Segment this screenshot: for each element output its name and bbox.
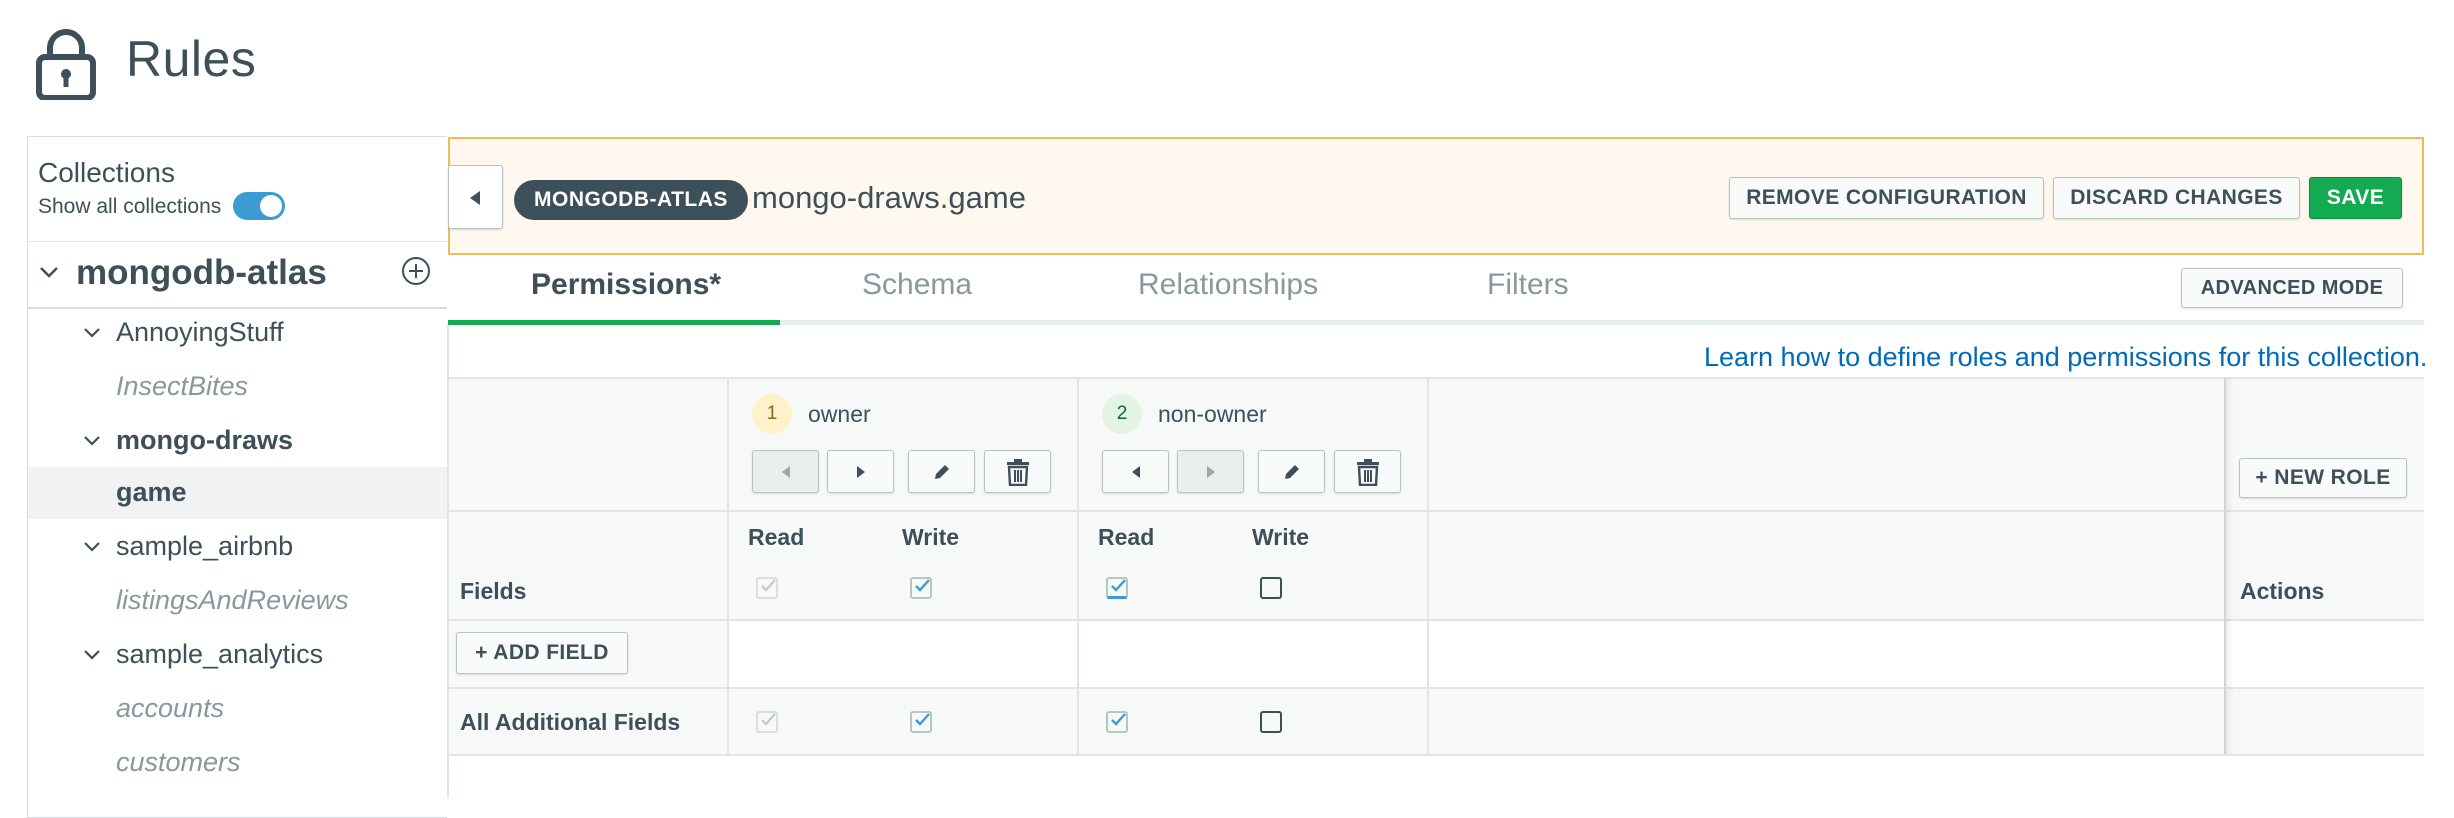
remove-configuration-button[interactable]: REMOVE CONFIGURATION (1729, 177, 2044, 219)
sidebar-collection-customers[interactable]: customers (116, 747, 241, 778)
tab-relationships[interactable]: Relationships (1138, 268, 1318, 302)
move-role-right-button (1177, 450, 1244, 493)
divider (448, 619, 2424, 621)
chevron-down-icon[interactable] (82, 323, 102, 343)
role-order-badge: 2 (1102, 394, 1142, 434)
collapse-sidebar-button[interactable] (448, 165, 503, 229)
chevron-down-icon[interactable] (38, 261, 60, 283)
divider (28, 307, 447, 309)
caret-right-icon (1206, 465, 1215, 478)
role-name-owner: owner (808, 401, 871, 427)
delete-role-button[interactable] (984, 450, 1051, 493)
divider (727, 378, 729, 754)
caret-left-icon (781, 465, 790, 478)
trash-icon (1006, 458, 1029, 486)
role-name-non-owner: non-owner (1158, 401, 1267, 427)
additional-fields-row (448, 688, 2424, 754)
chevron-down-icon[interactable] (82, 431, 102, 451)
additional-owner-read-checkbox (756, 711, 778, 733)
trash-icon (1356, 458, 1379, 486)
delete-role-button[interactable] (1334, 450, 1401, 493)
role-order-badge: 1 (752, 394, 792, 434)
additional-non-owner-write-checkbox[interactable] (1260, 711, 1282, 733)
additional-non-owner-read-checkbox[interactable] (1106, 711, 1128, 733)
show-all-collections-toggle[interactable] (233, 192, 285, 220)
chevron-down-icon[interactable] (82, 537, 102, 557)
data-source-label[interactable]: mongodb-atlas (76, 253, 327, 293)
roles-header-background (448, 378, 2424, 620)
collections-sidebar: Collections Show all collections mongodb… (27, 136, 447, 818)
sidebar-collection-insectbites[interactable]: InsectBites (116, 371, 248, 402)
collection-title: mongo-draws.game (752, 180, 1026, 215)
move-role-left-button (752, 450, 819, 493)
lock-icon (36, 29, 96, 100)
move-role-left-button[interactable] (1102, 450, 1169, 493)
non-owner-read-header: Read (1098, 524, 1155, 550)
actions-column-shadow (2224, 378, 2234, 754)
edit-role-button[interactable] (908, 450, 975, 493)
non-owner-write-header: Write (1252, 524, 1310, 550)
page-title: Rules (126, 31, 257, 87)
sidebar-db-sample-analytics[interactable]: sample_analytics (116, 639, 323, 670)
data-source-badge: MONGODB-ATLAS (514, 180, 748, 220)
sidebar-db-annoyingstuff[interactable]: AnnoyingStuff (116, 317, 284, 348)
tab-permissions[interactable]: Permissions* (531, 268, 721, 302)
tab-schema[interactable]: Schema (862, 268, 972, 302)
divider (447, 325, 449, 798)
divider (1077, 378, 1079, 754)
additional-owner-write-checkbox[interactable] (910, 711, 932, 733)
divider (448, 687, 2424, 689)
learn-roles-link[interactable]: Learn how to define roles and permission… (1704, 342, 2427, 373)
sidebar-db-mongo-draws[interactable]: mongo-draws (116, 425, 293, 456)
chevron-down-icon[interactable] (82, 645, 102, 665)
divider (1427, 378, 1429, 754)
move-role-right-button[interactable] (827, 450, 894, 493)
advanced-mode-button[interactable]: ADVANCED MODE (2181, 268, 2403, 308)
caret-left-icon (470, 191, 480, 205)
new-role-button[interactable]: + NEW ROLE (2239, 458, 2407, 498)
pencil-icon (934, 464, 949, 479)
divider (28, 241, 447, 242)
divider (448, 754, 2424, 756)
fields-header: Fields (460, 578, 527, 604)
sidebar-db-sample-airbnb[interactable]: sample_airbnb (116, 531, 293, 562)
caret-right-icon (856, 465, 865, 478)
add-field-button[interactable]: + ADD FIELD (456, 632, 628, 674)
divider (448, 510, 2424, 512)
actions-header: Actions (2240, 578, 2325, 604)
collections-heading: Collections (38, 157, 175, 188)
owner-read-checkbox (756, 577, 778, 599)
selected-row-highlight (28, 467, 447, 519)
save-button[interactable]: SAVE (2309, 177, 2402, 219)
tab-filters[interactable]: Filters (1487, 268, 1569, 302)
all-additional-fields-label: All Additional Fields (460, 709, 681, 735)
non-owner-write-checkbox[interactable] (1260, 577, 1282, 599)
caret-left-icon (1131, 465, 1140, 478)
owner-write-checkbox[interactable] (910, 577, 932, 599)
divider (448, 377, 2424, 379)
non-owner-read-checkbox[interactable] (1106, 577, 1128, 599)
show-all-collections-label: Show all collections (38, 195, 222, 218)
sidebar-collection-accounts[interactable]: accounts (116, 693, 224, 724)
owner-write-header: Write (902, 524, 960, 550)
sidebar-collection-listingsandreviews[interactable]: listingsAndReviews (116, 585, 349, 616)
edit-role-button[interactable] (1258, 450, 1325, 493)
owner-read-header: Read (748, 524, 805, 550)
add-circle-icon[interactable] (400, 255, 432, 287)
active-tab-indicator (448, 320, 780, 325)
sidebar-collection-game[interactable]: game (116, 477, 187, 508)
discard-changes-button[interactable]: DISCARD CHANGES (2053, 177, 2300, 219)
pencil-icon (1284, 464, 1299, 479)
